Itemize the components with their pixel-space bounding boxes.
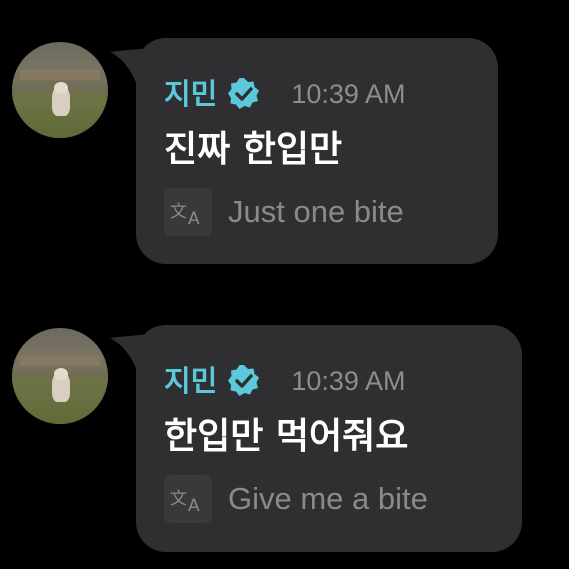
avatar[interactable] [12, 42, 108, 138]
verified-badge-icon [227, 364, 261, 398]
sender-name[interactable]: 지민 [164, 76, 217, 112]
svg-text:文: 文 [170, 489, 187, 509]
message-bubble[interactable]: 지민 10:39 AM 진짜 한입만 文 A Just one bite [136, 38, 498, 264]
message-text: 진짜 한입만 [164, 129, 343, 170]
translated-text: Just one bite [228, 194, 404, 229]
svg-text:A: A [188, 209, 200, 227]
message-text: 한입만 먹어줘요 [164, 416, 409, 457]
message-header: 지민 10:39 AM [164, 76, 405, 112]
svg-text:A: A [188, 496, 200, 514]
verified-badge-icon [227, 77, 261, 111]
translation-row[interactable]: 文 A Give me a bite [164, 475, 428, 523]
svg-text:文: 文 [170, 202, 187, 222]
translate-icon[interactable]: 文 A [164, 188, 212, 236]
translated-text: Give me a bite [228, 481, 428, 516]
sender-name[interactable]: 지민 [164, 363, 217, 399]
message-header: 지민 10:39 AM [164, 363, 405, 399]
translation-row[interactable]: 文 A Just one bite [164, 188, 404, 236]
translate-icon[interactable]: 文 A [164, 475, 212, 523]
message-bubble[interactable]: 지민 10:39 AM 한입만 먹어줘요 文 A Give me a bite [136, 325, 522, 552]
timestamp: 10:39 AM [291, 366, 406, 396]
timestamp: 10:39 AM [291, 79, 406, 109]
avatar[interactable] [12, 328, 108, 424]
